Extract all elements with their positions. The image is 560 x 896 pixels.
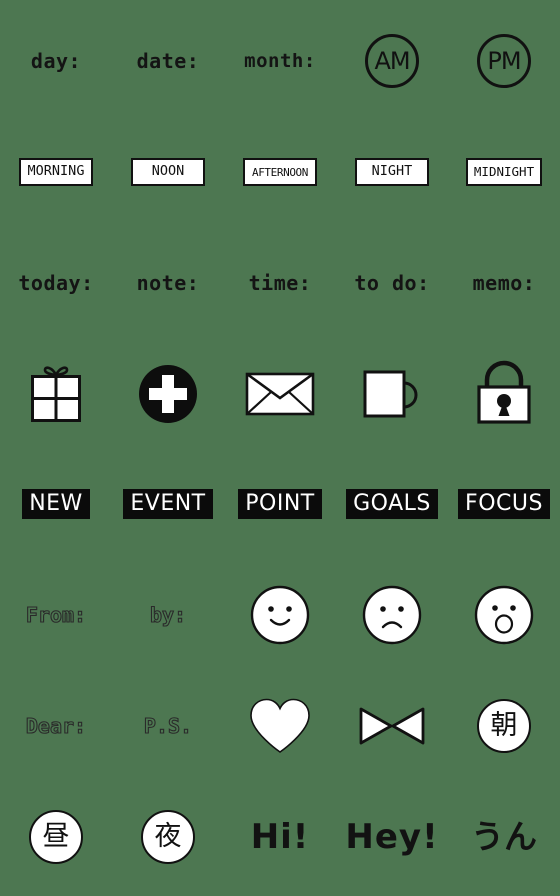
sticker-night[interactable]: NIGHT (336, 117, 448, 228)
sticker-heart[interactable] (224, 671, 336, 782)
sticker-label: memo: (472, 270, 536, 295)
sticker-point[interactable]: POINT (224, 449, 336, 560)
sticker-pm[interactable]: PM (448, 6, 560, 117)
sticker-smile[interactable] (224, 560, 336, 671)
bowtie-icon (359, 707, 425, 745)
kanji-circle-label: 夜 (141, 809, 195, 864)
sticker-label: From: (25, 603, 87, 628)
sticker-from[interactable]: From: (0, 560, 112, 671)
sticker-label: today: (18, 270, 94, 295)
envelope-icon (245, 372, 315, 415)
sticker-date[interactable]: date: (112, 6, 224, 117)
emoji-sticker-grid: day: date: month: AM PM MORNING NOON AFT… (0, 0, 560, 896)
sticker-event[interactable]: EVENT (112, 449, 224, 560)
sticker-dear[interactable]: Dear: (0, 671, 112, 782)
sticker-plus[interactable] (112, 338, 224, 449)
sticker-label: NOON (131, 158, 205, 187)
sticker-label: Dear: (25, 713, 87, 738)
sticker-label: P.S. (143, 713, 193, 738)
sticker-afternoon[interactable]: AFTERNOON (224, 117, 336, 228)
sticker-label: note: (136, 270, 200, 295)
sticker-label: MIDNIGHT (465, 158, 543, 187)
sticker-note[interactable]: note: (112, 228, 224, 339)
heart-icon (250, 698, 310, 753)
sticker-sad[interactable] (336, 560, 448, 671)
sticker-label: month: (244, 49, 316, 72)
sticker-new[interactable]: NEW (0, 449, 112, 560)
sticker-hi[interactable]: Hi! (224, 781, 336, 892)
sticker-todo[interactable]: to do: (336, 228, 448, 339)
sticker-label: POINT (238, 489, 322, 520)
sticker-label: NEW (22, 489, 90, 520)
sticker-label: Hey! (345, 816, 439, 857)
sticker-label: day: (30, 49, 82, 74)
sticker-mug[interactable] (336, 338, 448, 449)
surprised-face-icon (474, 585, 534, 645)
sticker-label: NIGHT (355, 158, 429, 187)
sticker-am[interactable]: AM (336, 6, 448, 117)
sticker-gift[interactable] (0, 338, 112, 449)
sticker-label: time: (248, 270, 312, 295)
sticker-mail[interactable] (224, 338, 336, 449)
sticker-time[interactable]: time: (224, 228, 336, 339)
sticker-label: Hi! (250, 816, 310, 857)
sticker-label: to do: (354, 270, 430, 295)
padlock-icon (477, 360, 531, 424)
kanji-circle-label: 朝 (477, 698, 531, 753)
gift-box-icon (31, 366, 81, 422)
sticker-asa[interactable]: 朝 (448, 671, 560, 782)
sticker-focus[interactable]: FOCUS (448, 449, 560, 560)
sticker-label: EVENT (123, 489, 213, 520)
pm-ring-label: PM (477, 34, 531, 89)
sticker-memo[interactable]: memo: (448, 228, 560, 339)
sticker-un[interactable]: うん (448, 781, 560, 892)
sticker-label: MORNING (19, 158, 93, 187)
sticker-today[interactable]: today: (0, 228, 112, 339)
am-ring-label: AM (365, 34, 419, 89)
sticker-label: AFTERNOON (243, 158, 317, 187)
mug-icon (363, 370, 418, 418)
sticker-label: うん (471, 817, 537, 857)
sticker-goals[interactable]: GOALS (336, 449, 448, 560)
sticker-midnight[interactable]: MIDNIGHT (448, 117, 560, 228)
sticker-morning[interactable]: MORNING (0, 117, 112, 228)
sticker-yoru[interactable]: 夜 (112, 781, 224, 892)
sticker-hiru[interactable]: 昼 (0, 781, 112, 892)
sticker-ribbon[interactable] (336, 671, 448, 782)
sticker-ps[interactable]: P.S. (112, 671, 224, 782)
plus-circle-icon (139, 364, 197, 423)
sticker-hey[interactable]: Hey! (336, 781, 448, 892)
sticker-surprised[interactable] (448, 560, 560, 671)
kanji-circle-label: 昼 (29, 809, 83, 864)
sticker-label: by: (149, 603, 187, 628)
sticker-label: date: (136, 49, 200, 74)
sticker-noon[interactable]: NOON (112, 117, 224, 228)
sticker-label: FOCUS (458, 489, 550, 520)
sticker-label: GOALS (346, 489, 438, 520)
sticker-month[interactable]: month: (224, 6, 336, 117)
sticker-lock[interactable] (448, 338, 560, 449)
smiling-face-icon (250, 585, 310, 645)
sticker-by[interactable]: by: (112, 560, 224, 671)
frowning-face-icon (362, 585, 422, 645)
sticker-day[interactable]: day: (0, 6, 112, 117)
